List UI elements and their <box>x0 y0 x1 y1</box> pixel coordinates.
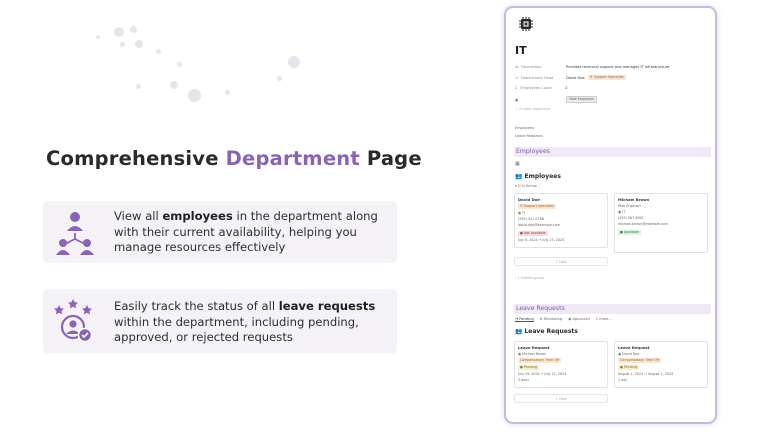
leave-section-header: Leave Requests <box>514 304 711 314</box>
prop-employees-count[interactable]: Σ Employees Count 2 <box>515 86 568 90</box>
tab-pending[interactable]: ◔ Pending <box>515 317 534 322</box>
decor-bubble <box>120 42 125 47</box>
employee-card[interactable]: Michael Brown Web Engineer ▣ IT (555) 56… <box>614 193 708 253</box>
formula-icon: Σ <box>515 86 518 90</box>
decor-bubble <box>96 35 100 39</box>
employee-card[interactable]: David Doe IT Support Specialist ▣ IT (55… <box>514 193 608 248</box>
team-hierarchy-icon <box>56 212 94 255</box>
prop-description[interactable]: ≡ Description Provides technical support… <box>515 65 669 69</box>
people-icon: 👥 <box>515 328 523 335</box>
prop-new-employee[interactable]: ▣ New Employee <box>515 96 597 103</box>
leave-request-card[interactable]: Leave Request ▣ David Doe Compensatory T… <box>614 341 708 388</box>
new-leave-card-button[interactable]: + New <box>514 394 608 403</box>
decor-bubble <box>130 26 137 33</box>
tab-approved[interactable]: ◉ Approved <box>568 317 590 322</box>
leave-view-title: 👥 Leave Requests <box>515 328 578 335</box>
prop-department-head[interactable]: ↗ Department Head David Doe IT Support S… <box>515 75 626 80</box>
cpu-chip-icon <box>519 17 533 31</box>
leave-status-tabs: ◔ Pending ⊚ Reviewing ◉ Approved 1 more.… <box>515 317 612 322</box>
decor-bubble <box>177 62 182 67</box>
decor-bubble <box>114 27 124 37</box>
grid-view-icon[interactable]: ▦ <box>515 161 520 167</box>
status-badge: ● Available <box>618 230 641 235</box>
people-icon: 👥 <box>515 173 523 180</box>
tab-more[interactable]: 1 more... <box>596 317 612 322</box>
tab-reviewing[interactable]: ⊚ Reviewing <box>540 317 563 322</box>
button-property-icon: ▣ <box>515 97 519 102</box>
user-approval-icon <box>54 299 93 343</box>
employees-section-header: Employees <box>514 147 711 157</box>
hidden-group-toggle[interactable]: › 1 hidden group <box>515 276 544 280</box>
decor-bubble <box>277 76 282 81</box>
feature-text-employees: View all employees in the department alo… <box>114 209 378 254</box>
employees-view-title: 👥 Employees <box>515 173 561 180</box>
status-badge: ● Pending <box>518 365 540 370</box>
page-headline: Comprehensive Department Page <box>46 147 422 170</box>
filter-is-active[interactable]: ▾ ☑ Is Active ⋮ <box>515 184 542 188</box>
link-employees[interactable]: Employees <box>515 126 534 130</box>
new-employee-card-button[interactable]: + New <box>514 257 608 266</box>
relation-arrow-icon: ↗ <box>515 75 519 80</box>
feature-card-employees: View all employees in the department alo… <box>43 201 397 263</box>
more-properties-link[interactable]: ⌄ 4 more properties <box>515 107 550 111</box>
feature-card-leave-requests: Easily track the status of all leave req… <box>43 289 397 353</box>
status-badge: ● Pending <box>618 365 640 370</box>
text-lines-icon: ≡ <box>515 65 519 69</box>
department-title: IT <box>515 44 527 57</box>
feature-text-leave-requests: Easily track the status of all leave req… <box>114 299 376 344</box>
decor-bubble <box>136 84 141 89</box>
decor-bubble <box>170 81 178 89</box>
status-badge: ● Not Available <box>518 231 548 236</box>
decor-bubble <box>188 89 201 102</box>
link-leave-requests[interactable]: Leave Requests <box>515 134 543 138</box>
decor-bubble <box>135 40 143 48</box>
leave-request-card[interactable]: Leave Request ▣ Michael Brown Compensato… <box>514 341 608 388</box>
decor-bubble <box>288 56 300 68</box>
new-employee-button[interactable]: New Employee <box>566 96 597 103</box>
decor-bubble <box>156 49 161 54</box>
app-preview-frame: IT ≡ Description Provides technical supp… <box>504 6 717 424</box>
decor-bubble <box>225 90 230 95</box>
